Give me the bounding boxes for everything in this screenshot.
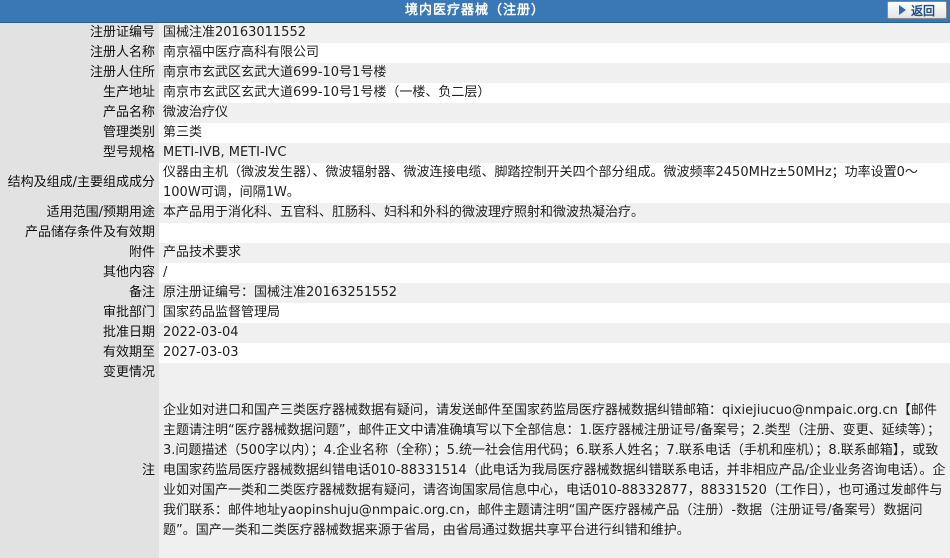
field-value: 微波治疗仪 — [159, 103, 950, 123]
back-button-label: 返回 — [910, 3, 935, 18]
arrow-right-icon — [898, 5, 906, 15]
field-label: 注册人住所 — [0, 63, 159, 83]
field-value: METI-IVB, METI-IVC — [159, 143, 950, 163]
field-value: 原注册证编号：国械注准20163251552 — [159, 283, 950, 303]
field-value: 仪器由主机（微波发生器）、微波辐射器、微波连接电缆、脚踏控制开关四个部分组成。微… — [159, 163, 950, 203]
field-value: 南京市玄武区玄武大道699-10号1号楼 — [159, 63, 950, 83]
field-label: 变更情况 — [0, 363, 159, 383]
table-row: 注册证编号 国械注准20163011552 — [0, 23, 950, 43]
table-row: 附件 产品技术要求 — [0, 243, 950, 263]
field-label: 产品储存条件及有效期 — [0, 223, 159, 243]
table-row: 其他内容 / — [0, 263, 950, 283]
back-button[interactable]: 返回 — [887, 1, 947, 19]
field-label: 生产地址 — [0, 83, 159, 103]
table-row: 有效期至 2027-03-03 — [0, 343, 950, 363]
field-value: 产品技术要求 — [159, 243, 950, 263]
field-label: 注册人名称 — [0, 43, 159, 63]
table-row: 管理类别 第三类 — [0, 123, 950, 143]
field-label: 管理类别 — [0, 123, 159, 143]
table-row: 结构及组成/主要组成成分 仪器由主机（微波发生器）、微波辐射器、微波连接电缆、脚… — [0, 163, 950, 203]
table-row: 产品名称 微波治疗仪 — [0, 103, 950, 123]
field-label: 附件 — [0, 243, 159, 263]
field-value: / — [159, 263, 950, 283]
table-row: 注 企业如对进口和国产三类医疗器械数据有疑问，请发送邮件至国家药监局医疗器械数据… — [0, 383, 950, 558]
field-label: 批准日期 — [0, 323, 159, 343]
field-label: 适用范围/预期用途 — [0, 203, 159, 223]
table-row: 备注 原注册证编号：国械注准20163251552 — [0, 283, 950, 303]
field-label: 审批部门 — [0, 303, 159, 323]
table-row: 适用范围/预期用途 本产品用于消化科、五官科、肛肠科、妇科和外科的微波理疗照射和… — [0, 203, 950, 223]
page-header: 境内医疗器械（注册） 返回 — [0, 0, 950, 23]
table-row: 注册人住所 南京市玄武区玄武大道699-10号1号楼 — [0, 63, 950, 83]
table-row: 批准日期 2022-03-04 — [0, 323, 950, 343]
page-title: 境内医疗器械（注册） — [404, 3, 545, 18]
detail-table: 注册证编号 国械注准20163011552 注册人名称 南京福中医疗高科有限公司… — [0, 23, 950, 558]
field-label: 型号规格 — [0, 143, 159, 163]
field-value — [159, 363, 950, 383]
table-row: 审批部门 国家药品监督管理局 — [0, 303, 950, 323]
field-value: 2022-03-04 — [159, 323, 950, 343]
table-row: 注册人名称 南京福中医疗高科有限公司 — [0, 43, 950, 63]
table-row: 生产地址 南京市玄武区玄武大道699-10号1号楼（一楼、负二层） — [0, 83, 950, 103]
field-label: 其他内容 — [0, 263, 159, 283]
note-text: 企业如对进口和国产三类医疗器械数据有疑问，请发送邮件至国家药监局医疗器械数据纠错… — [159, 383, 950, 558]
field-value: 南京市玄武区玄武大道699-10号1号楼（一楼、负二层） — [159, 83, 950, 103]
field-label: 备注 — [0, 283, 159, 303]
field-value: 国械注准20163011552 — [159, 23, 950, 43]
table-row: 变更情况 — [0, 363, 950, 383]
field-label: 产品名称 — [0, 103, 159, 123]
field-label: 注册证编号 — [0, 23, 159, 43]
field-value: 南京福中医疗高科有限公司 — [159, 43, 950, 63]
table-row: 型号规格 METI-IVB, METI-IVC — [0, 143, 950, 163]
field-label: 有效期至 — [0, 343, 159, 363]
field-label: 结构及组成/主要组成成分 — [0, 163, 159, 203]
field-value: 第三类 — [159, 123, 950, 143]
field-value: 国家药品监督管理局 — [159, 303, 950, 323]
field-value: 本产品用于消化科、五官科、肛肠科、妇科和外科的微波理疗照射和微波热凝治疗。 — [159, 203, 950, 223]
field-value: 2027-03-03 — [159, 343, 950, 363]
note-label: 注 — [0, 383, 159, 558]
field-value — [159, 223, 950, 243]
table-row: 产品储存条件及有效期 — [0, 223, 950, 243]
